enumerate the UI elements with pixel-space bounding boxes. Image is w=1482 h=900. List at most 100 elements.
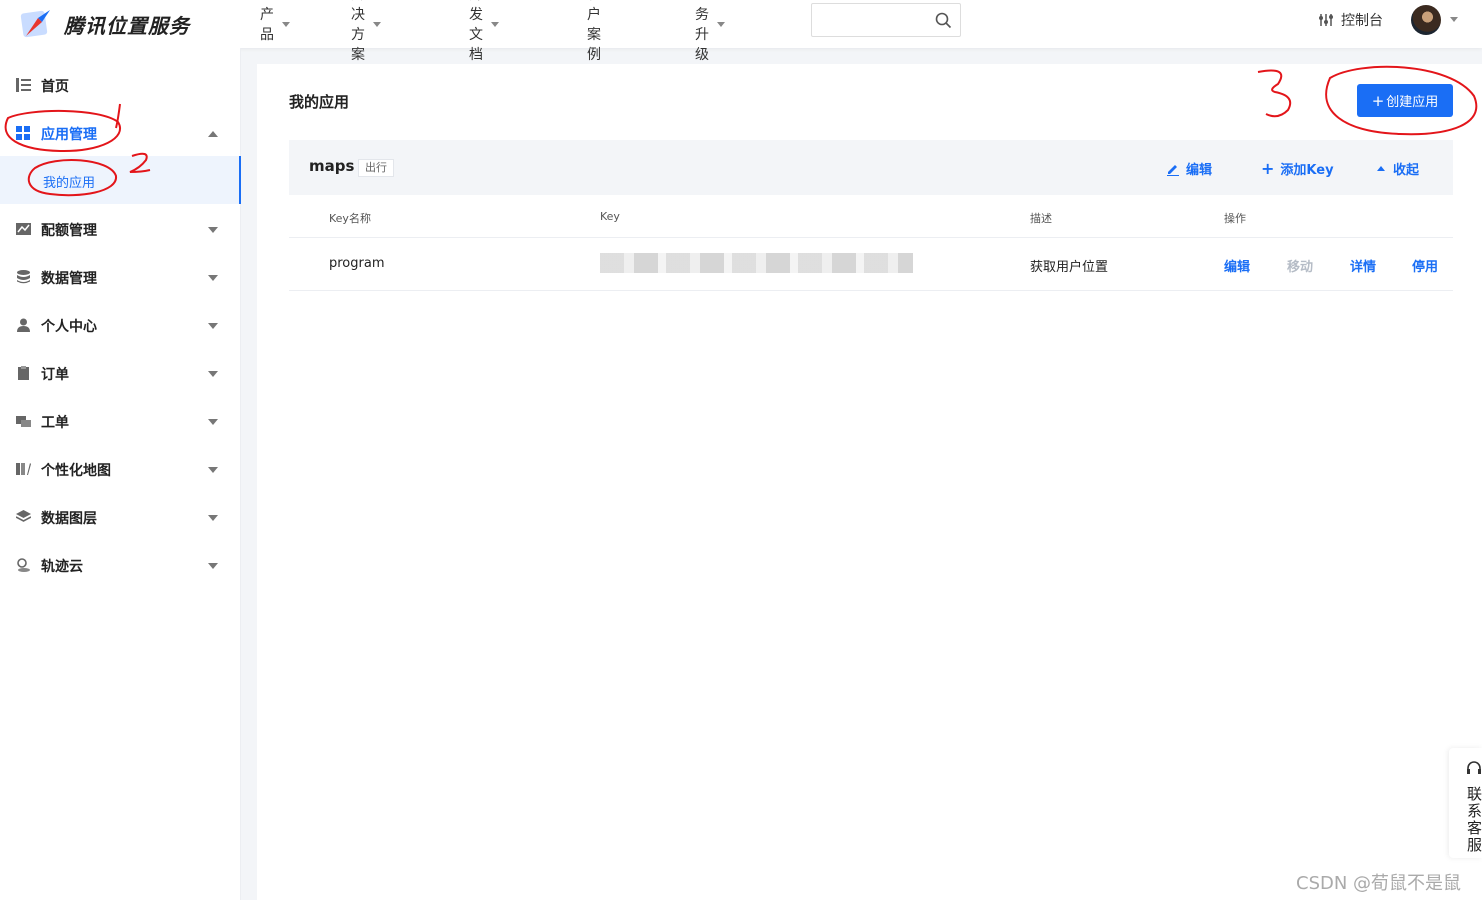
ticket-icon xyxy=(16,414,31,428)
nav-item-label: 解决方案 xyxy=(351,0,365,63)
create-app-label: 创建应用 xyxy=(1386,95,1439,110)
nav-item-label: 开发文档 xyxy=(469,0,483,63)
location-icon xyxy=(16,558,31,572)
column-header-key-name: Key名称 xyxy=(329,212,371,225)
app-name: maps xyxy=(309,157,355,175)
search-box xyxy=(811,3,961,37)
key-detail-button[interactable]: 详情 xyxy=(1350,256,1376,275)
contact-support-tab[interactable]: 联系客服 xyxy=(1449,748,1482,858)
chart-icon xyxy=(16,222,31,236)
add-key-label: 添加Key xyxy=(1280,163,1334,178)
chevron-down-icon xyxy=(717,21,725,27)
description-cell: 获取用户位置 xyxy=(1030,260,1109,275)
key-table-header: Key名称 Key 描述 操作 xyxy=(289,195,1453,238)
column-header-key: Key xyxy=(600,210,620,223)
layers-icon xyxy=(15,510,32,524)
grid-icon xyxy=(16,126,31,140)
nav-item-label: 产品 xyxy=(260,7,274,43)
chevron-down-icon xyxy=(208,227,218,233)
chevron-down-icon xyxy=(208,563,218,569)
list-icon xyxy=(16,78,31,92)
sidebar-item-data[interactable]: 数据管理 xyxy=(0,253,240,301)
edit-app-button[interactable]: 编辑 xyxy=(1166,159,1212,178)
chevron-down-icon xyxy=(491,21,499,27)
nav-item-docs[interactable]: 开发文档 xyxy=(469,0,499,64)
pencil-icon xyxy=(1166,162,1180,176)
nav-item-solutions[interactable]: 解决方案 xyxy=(351,0,381,64)
redacted-key-value xyxy=(600,253,913,273)
sidebar: 首页 应用管理 我的应用 配额管理 数据管理 个人中心 订单 工单 个性化地图 xyxy=(0,48,241,900)
sidebar-item-custom-map[interactable]: 个性化地图 xyxy=(0,445,240,493)
sidebar-item-label: 首页 xyxy=(41,79,69,95)
move-key-button[interactable]: 移动 xyxy=(1287,256,1313,275)
chevron-down-icon[interactable] xyxy=(1450,17,1458,22)
headset-icon xyxy=(1466,760,1482,782)
add-key-button[interactable]: + 添加Key xyxy=(1261,159,1334,178)
brand-name: 腾讯位置服务 xyxy=(64,13,190,38)
column-header-description: 描述 xyxy=(1030,212,1052,225)
edit-app-label: 编辑 xyxy=(1186,163,1213,178)
sidebar-item-label: 个人中心 xyxy=(41,319,97,335)
key-name-cell: program xyxy=(329,256,385,271)
sidebar-subitem-my-apps[interactable]: 我的应用 xyxy=(0,156,241,204)
chevron-down-icon xyxy=(208,323,218,329)
chevron-down-icon xyxy=(208,275,218,281)
table-row: program 获取用户位置 编辑 移动 详情 停用 xyxy=(289,238,1453,291)
sidebar-subitem-label: 我的应用 xyxy=(43,176,96,191)
sidebar-item-label: 应用管理 xyxy=(41,127,97,143)
sidebar-item-label: 订单 xyxy=(41,367,69,383)
map-style-icon xyxy=(16,462,31,476)
app-group-header: maps 出行 编辑 + 添加Key 收起 xyxy=(289,140,1453,195)
sidebar-item-profile[interactable]: 个人中心 xyxy=(0,301,240,349)
sliders-icon xyxy=(1318,12,1334,28)
sidebar-item-data-layers[interactable]: 数据图层 xyxy=(0,493,240,541)
sidebar-item-home[interactable]: 首页 xyxy=(0,61,240,109)
sidebar-item-label: 个性化地图 xyxy=(41,463,111,479)
create-app-button[interactable]: + 创建应用 xyxy=(1357,84,1453,117)
sidebar-item-trajectory[interactable]: 轨迹云 xyxy=(0,541,240,589)
main-panel: 我的应用 + 创建应用 maps 出行 编辑 + 添加Key 收起 Key名称 … xyxy=(257,64,1482,900)
search-icon[interactable] xyxy=(935,12,952,33)
top-navbar: 腾讯位置服务 产品 解决方案 开发文档 客户案例 服务升级 控制台 xyxy=(0,0,1482,63)
edit-key-button[interactable]: 编辑 xyxy=(1224,256,1250,275)
console-label: 控制台 xyxy=(1341,13,1383,29)
plus-icon: + xyxy=(1371,91,1385,110)
avatar[interactable] xyxy=(1411,5,1441,35)
sidebar-item-label: 数据图层 xyxy=(41,511,97,527)
chevron-down-icon xyxy=(208,419,218,425)
nav-item-label: 客户案例 xyxy=(587,0,601,63)
app-category-tag: 出行 xyxy=(358,159,394,177)
sidebar-item-label: 数据管理 xyxy=(41,271,97,287)
page-title: 我的应用 xyxy=(289,93,350,111)
sidebar-item-orders[interactable]: 订单 xyxy=(0,349,240,397)
sidebar-item-quota[interactable]: 配额管理 xyxy=(0,205,240,253)
sidebar-item-tickets[interactable]: 工单 xyxy=(0,397,240,445)
sidebar-item-label: 工单 xyxy=(41,415,69,431)
database-icon xyxy=(16,270,31,284)
watermark: CSDN @荀鼠不是鼠 xyxy=(1296,873,1462,894)
chevron-up-icon xyxy=(208,131,218,137)
compass-logo-icon xyxy=(20,8,52,40)
chevron-down-icon xyxy=(282,21,290,27)
nav-item-label: 服务升级 xyxy=(695,0,709,63)
column-header-operations: 操作 xyxy=(1224,212,1246,225)
sidebar-item-app-management[interactable]: 应用管理 xyxy=(0,109,240,157)
sidebar-item-label: 轨迹云 xyxy=(41,559,83,575)
console-link[interactable]: 控制台 xyxy=(1318,10,1383,30)
brand-logo[interactable]: 腾讯位置服务 xyxy=(20,4,190,44)
clipboard-icon xyxy=(16,366,31,380)
chevron-down-icon xyxy=(208,515,218,521)
chevron-down-icon xyxy=(208,371,218,377)
collapse-button[interactable]: 收起 xyxy=(1377,159,1419,178)
sidebar-item-label: 配额管理 xyxy=(41,223,97,239)
nav-item-products[interactable]: 产品 xyxy=(260,4,290,44)
chevron-down-icon xyxy=(373,21,381,27)
nav-item-upgrade[interactable]: 服务升级 xyxy=(695,0,725,64)
chevron-up-icon xyxy=(1377,166,1385,171)
disable-key-button[interactable]: 停用 xyxy=(1412,256,1438,275)
chevron-down-icon xyxy=(208,467,218,473)
collapse-label: 收起 xyxy=(1393,163,1420,178)
contact-support-label: 联系客服 xyxy=(1467,785,1482,854)
nav-item-cases[interactable]: 客户案例 xyxy=(587,0,601,64)
search-input[interactable] xyxy=(818,4,936,36)
